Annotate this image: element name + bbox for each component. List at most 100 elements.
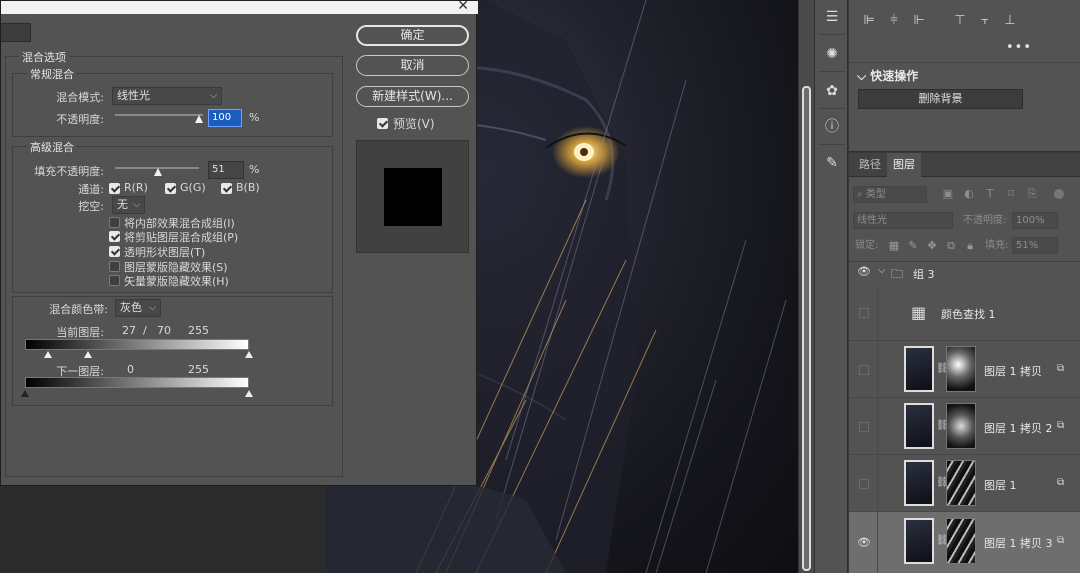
layer-blend-mode-select[interactable]: 线性光: [853, 212, 953, 229]
ok-button[interactable]: 确定: [356, 25, 469, 46]
layer-name: 图层 1: [984, 479, 1017, 492]
underlying-black-slider[interactable]: [21, 390, 29, 397]
lock-transparent-pixels-icon[interactable]: ▦: [887, 239, 901, 253]
fill-opacity-input[interactable]: 51: [208, 161, 244, 179]
filter-smart-object-icon[interactable]: ⎘: [1025, 187, 1039, 201]
quick-actions-title[interactable]: ⌵ 快速操作: [857, 67, 918, 84]
layer-mask-thumbnail[interactable]: [946, 460, 976, 506]
filter-adjustment-icon[interactable]: ◐: [962, 187, 976, 201]
underlying-white-slider[interactable]: [245, 390, 253, 397]
layer-mask-hides-checkbox[interactable]: [109, 261, 120, 272]
lock-artboard-icon[interactable]: ⧉: [944, 239, 958, 253]
filter-pixel-icon[interactable]: ▣: [941, 187, 955, 201]
channels-icon[interactable]: ✿: [821, 80, 843, 102]
clipping-indicator-icon: ⧉: [1057, 420, 1065, 431]
layer-mask-thumbnail[interactable]: [946, 346, 976, 392]
align-bottom-icon[interactable]: ⊥: [1001, 12, 1019, 30]
channel-g-checkbox[interactable]: [165, 183, 176, 194]
eye-icon[interactable]: 👁︎: [857, 265, 871, 279]
fill-opacity-slider-thumb[interactable]: [154, 168, 162, 176]
layer-row-layer-1-copy-2[interactable]: ⛓ 图层 1 拷贝 2 ⧉: [849, 398, 1080, 455]
lock-label: 锁定:: [855, 240, 879, 251]
visibility-toggle[interactable]: [859, 422, 869, 432]
opacity-input[interactable]: 100: [208, 109, 242, 127]
canvas-vertical-scrollbar[interactable]: [798, 0, 814, 573]
align-horizontal-center-icon[interactable]: ⫩: [885, 12, 903, 30]
align-top-icon[interactable]: ⊤: [951, 12, 969, 30]
layer-mask-thumbnail[interactable]: [946, 403, 976, 449]
layer-opacity-input[interactable]: 100%: [1012, 212, 1058, 229]
filter-toggle-icon[interactable]: [1054, 189, 1064, 199]
transparency-shapes-checkbox[interactable]: [109, 246, 120, 257]
transparency-shapes-label: 透明形状图层(T): [124, 246, 206, 259]
style-list-item[interactable]: [1, 23, 31, 42]
remove-background-button[interactable]: 删除背景: [858, 89, 1023, 109]
tab-paths[interactable]: 路径: [853, 153, 887, 177]
lock-image-pixels-icon[interactable]: ✎: [906, 239, 920, 253]
info-icon[interactable]: ⓘ: [821, 116, 843, 138]
new-style-button[interactable]: 新建样式(W)...: [356, 86, 469, 107]
blend-interior-effects-checkbox[interactable]: [109, 217, 120, 228]
more-options-icon[interactable]: •••: [1006, 40, 1032, 55]
lock-position-icon[interactable]: ✥: [925, 239, 939, 253]
layer-row-layer-1-copy-3[interactable]: 👁︎ ⛓ 图层 1 拷贝 3 ⧉: [849, 512, 1080, 573]
adjustments-icon[interactable]: ☰: [821, 6, 843, 28]
layer-fill-input[interactable]: 51%: [1012, 237, 1058, 254]
vector-mask-hides-checkbox[interactable]: [109, 275, 120, 286]
align-vertical-center-icon[interactable]: ⫟: [976, 12, 994, 30]
visibility-toggle[interactable]: [859, 308, 869, 318]
blend-if-select[interactable]: 灰色 ⌵: [115, 299, 161, 317]
preview-checkbox[interactable]: [377, 118, 388, 129]
brush-settings-icon[interactable]: ✺: [821, 43, 843, 65]
opacity-slider-thumb[interactable]: [195, 115, 203, 123]
blend-options-legend: 混合选项: [19, 49, 69, 65]
column-divider: [877, 455, 878, 511]
eye-icon[interactable]: 👁︎: [857, 536, 871, 550]
general-blending-group: [12, 73, 333, 137]
layer-row-color-lookup-1[interactable]: ▦ 颜色查找 1: [849, 284, 1080, 341]
tool-divider: [819, 34, 845, 35]
chevron-down-icon[interactable]: ⌵: [878, 265, 886, 276]
layer-thumbnail: [904, 518, 934, 564]
blend-mode-select[interactable]: 线性光 ⌵: [112, 87, 222, 105]
tab-layers[interactable]: 图层: [887, 153, 921, 177]
this-layer-black-slider-right[interactable]: [84, 351, 92, 358]
filter-shape-icon[interactable]: ⌑: [1004, 187, 1018, 201]
layer-row-layer-1[interactable]: ⛓ 图层 1 ⧉: [849, 455, 1080, 512]
layer-mask-thumbnail[interactable]: [946, 518, 976, 564]
scrollbar-thumb[interactable]: [802, 86, 811, 571]
visibility-toggle[interactable]: [859, 479, 869, 489]
column-divider: [877, 341, 878, 397]
cancel-button[interactable]: 取消: [356, 55, 469, 76]
fill-label: 填充:: [985, 240, 1009, 251]
visibility-toggle[interactable]: [859, 365, 869, 375]
brush-icon[interactable]: ✎: [821, 152, 843, 174]
dialog-titlebar[interactable]: ✕: [1, 0, 478, 14]
knockout-select[interactable]: 无 ⌵: [112, 196, 145, 214]
align-right-icon[interactable]: ⊩: [910, 12, 928, 30]
lock-all-icon[interactable]: 🔒︎: [963, 239, 977, 253]
channel-b-checkbox[interactable]: [221, 183, 232, 194]
opacity-slider-track[interactable]: [115, 114, 203, 116]
close-icon[interactable]: ✕: [457, 0, 469, 14]
knockout-label: 挖空:: [78, 200, 104, 213]
this-layer-value-2: 70: [157, 324, 171, 337]
layer-filter-select[interactable]: ⌕ 类型: [853, 186, 927, 203]
layer-row-group-3[interactable]: 👁︎ ⌵ 🗀 组 3: [849, 262, 1080, 282]
blend-mode-label: 混合模式:: [56, 91, 104, 104]
channel-r-checkbox[interactable]: [109, 183, 120, 194]
this-layer-white-slider[interactable]: [245, 351, 253, 358]
chevron-down-icon: ⌵: [857, 69, 871, 83]
channel-r-label: R(R): [124, 181, 148, 194]
align-left-icon[interactable]: ⊫: [860, 12, 878, 30]
blend-clipped-layers-checkbox[interactable]: [109, 231, 120, 242]
blend-mode-value: 线性光: [117, 89, 150, 102]
tool-divider: [819, 144, 845, 145]
layer-filter-kind: 类型: [865, 189, 886, 200]
filter-type-icon[interactable]: T: [983, 187, 997, 201]
this-layer-black-slider-left[interactable]: [44, 351, 52, 358]
layer-opacity-label: 不透明度:: [963, 215, 1007, 226]
style-preview: [356, 140, 469, 253]
properties-panel: ⊫ ⫩ ⊩ ⊤ ⫟ ⊥ ••• ⌵ 快速操作 删除背景: [849, 0, 1080, 152]
layer-row-layer-1-copy[interactable]: ⛓ 图层 1 拷贝 ⧉: [849, 341, 1080, 398]
